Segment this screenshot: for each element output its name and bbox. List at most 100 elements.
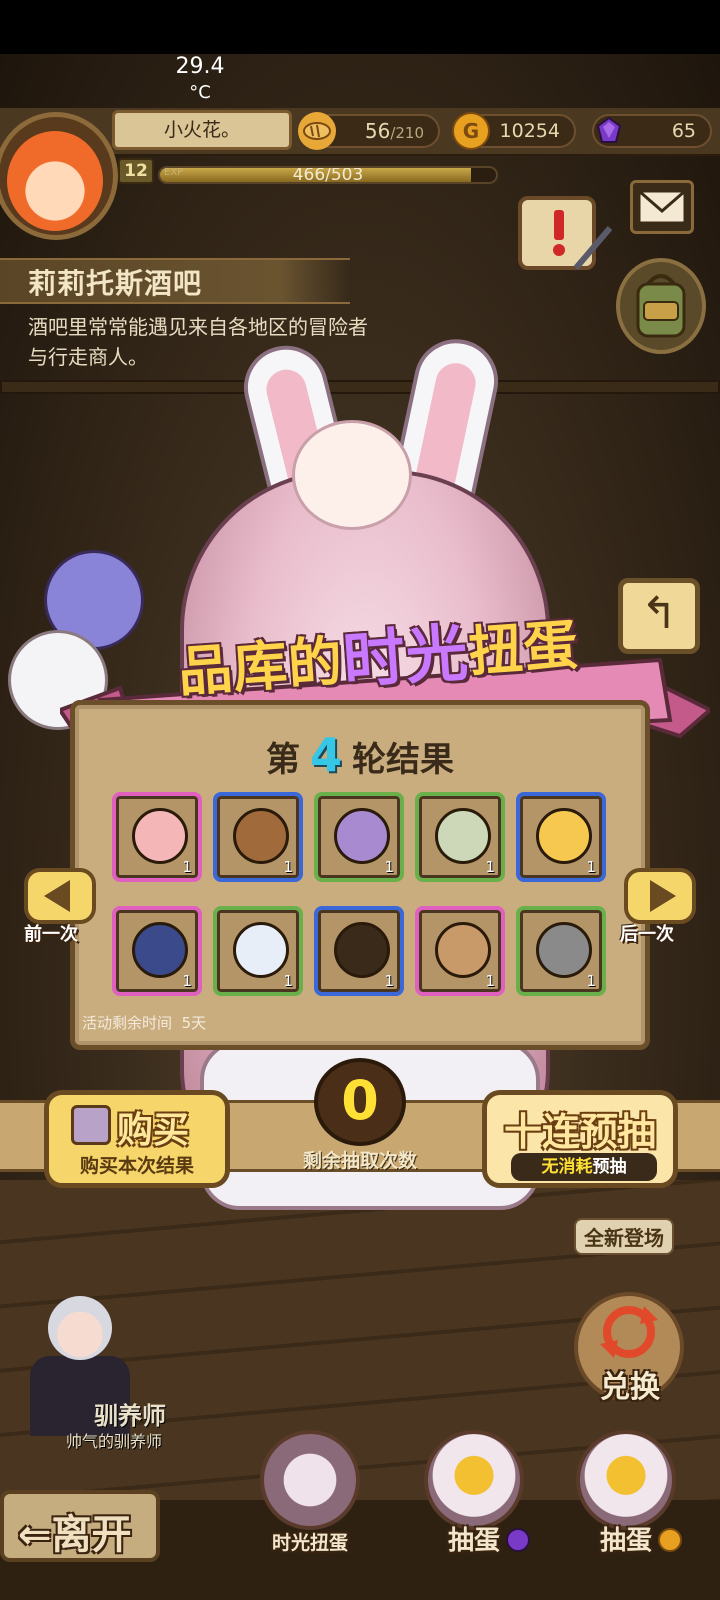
time-gacha-icon	[260, 1430, 360, 1530]
envelope-icon	[637, 189, 687, 225]
prev-label: 前一次	[24, 924, 78, 945]
arrow-left-icon	[24, 868, 96, 924]
arrow-left-icon: ⇐	[18, 1512, 52, 1558]
gem-counter[interactable]: 65	[592, 114, 712, 148]
gold-coin-icon: G	[452, 112, 490, 150]
leave-text: 离开	[51, 1512, 132, 1558]
egg-machine-icon	[424, 1430, 524, 1530]
ten-draw-title: 十连预抽	[503, 1110, 656, 1154]
next-result-button[interactable]: 后一次	[620, 866, 698, 950]
ten-draw-subtitle-highlight: 无消耗	[541, 1157, 593, 1177]
next-label: 后一次	[620, 924, 674, 945]
item-quantity: 1	[182, 858, 192, 876]
ten-draw-subtitle-rest: 预抽	[592, 1157, 627, 1177]
temperature-value: 29.4	[175, 54, 225, 79]
result-item-slot[interactable]: 1	[415, 792, 505, 882]
stamina-max: /210	[390, 124, 424, 142]
result-item-slot[interactable]: 1	[112, 906, 202, 996]
quest-scroll-icon	[518, 196, 613, 270]
spotted-egg-icon	[435, 808, 491, 864]
gem-value: 65	[671, 120, 696, 142]
item-quantity: 1	[384, 858, 394, 876]
gold-draw-nav[interactable]: 抽蛋	[566, 1420, 686, 1560]
egg-machine-icon	[576, 1430, 676, 1530]
temperature-readout: 29.4 °C	[160, 54, 240, 106]
remaining-draws-count: 0	[314, 1058, 406, 1146]
return-button[interactable]: ↰	[618, 578, 700, 654]
result-item-slot[interactable]: 1	[314, 906, 404, 996]
trainer-title: 帅气的驯养师	[66, 1432, 163, 1451]
purple-gem-icon	[506, 1528, 530, 1552]
return-icon: ↰	[640, 588, 678, 639]
buy-button[interactable]: 购买 购买本次结果	[44, 1090, 230, 1188]
feather-hat-icon	[132, 922, 188, 978]
flower-token-icon	[71, 1105, 111, 1145]
result-item-slot[interactable]: 1	[213, 906, 303, 996]
mail-button[interactable]	[630, 180, 694, 234]
gold-coin-icon	[658, 1528, 682, 1552]
item-quantity: 1	[586, 972, 596, 990]
title-part2: 扭蛋	[466, 612, 581, 684]
exp-value: 466/503	[292, 166, 364, 184]
exchange-label: 兑换	[600, 1370, 660, 1405]
trainer-name: 驯养师	[94, 1402, 166, 1430]
buy-button-title: 购买	[117, 1110, 190, 1151]
backpack-icon	[636, 274, 686, 338]
result-item-slot[interactable]: 1	[213, 792, 303, 882]
item-quantity: 1	[485, 858, 495, 876]
item-quantity: 1	[485, 972, 495, 990]
exp-bar: EXP 466/503	[158, 166, 498, 184]
leave-button[interactable]: ⇐离开	[0, 1490, 160, 1562]
avatar-face	[7, 131, 103, 231]
temperature-unit: °C	[189, 82, 211, 103]
result-item-slot[interactable]: 1	[516, 792, 606, 882]
round-title: 第 4 轮结果	[70, 728, 650, 782]
purple-feather-icon	[334, 808, 390, 864]
item-quantity: 1	[384, 972, 394, 990]
cloud-planet-icon	[233, 922, 289, 978]
result-item-slot[interactable]: 1	[415, 906, 505, 996]
buy-button-subtitle: 购买本次结果	[79, 1155, 194, 1177]
leave-label: ⇐离开	[18, 1502, 132, 1560]
item-quantity: 1	[182, 972, 192, 990]
item-quantity: 1	[283, 972, 293, 990]
ten-draw-subtitle: 无消耗预抽	[511, 1153, 657, 1181]
round-prefix: 第	[265, 740, 300, 780]
gem-draw-nav[interactable]: 抽蛋	[414, 1420, 534, 1560]
berry-cake-icon	[233, 808, 289, 864]
tavern-beam	[0, 380, 720, 394]
round-number: 4	[309, 728, 342, 782]
trainer-portrait	[48, 1296, 112, 1360]
remaining-time-value: 5天	[181, 1014, 207, 1032]
bread-icon	[298, 112, 336, 150]
item-quantity: 1	[586, 858, 596, 876]
title-part1: 品库的	[176, 629, 346, 704]
new-arrival-banner[interactable]: 全新登场	[574, 1218, 674, 1255]
location-title: 莉莉托斯酒吧	[28, 267, 203, 300]
result-item-slot[interactable]: 1	[314, 792, 404, 882]
tiger-mask-icon	[435, 922, 491, 978]
gold-counter[interactable]: G 10254	[452, 112, 576, 150]
gold-value: 10254	[499, 120, 560, 142]
bunny-mascot	[292, 420, 412, 530]
stamina-value: 56	[364, 119, 391, 143]
item-quantity: 1	[283, 858, 293, 876]
stamina-counter[interactable]: 56/210	[298, 112, 440, 150]
result-item-slot[interactable]: 1	[516, 906, 606, 996]
pink-bird-icon	[132, 808, 188, 864]
bat-wings-icon	[334, 922, 390, 978]
result-item-slot[interactable]: 1	[112, 792, 202, 882]
ten-draw-preview-button[interactable]: 十连预抽 无消耗预抽	[482, 1090, 678, 1188]
time-gacha-nav[interactable]: 时光扭蛋	[250, 1420, 370, 1560]
purple-gem-icon	[590, 112, 628, 150]
backpack-button[interactable]	[616, 258, 706, 354]
remaining-time-label: 活动剩余时间	[82, 1014, 173, 1032]
status-bar	[0, 0, 720, 54]
prev-result-button[interactable]: 前一次	[22, 866, 98, 950]
player-level: 12	[118, 158, 154, 184]
gray-hair-icon	[536, 922, 592, 978]
sun-ornament-icon	[536, 808, 592, 864]
round-suffix: 轮结果	[352, 740, 454, 780]
quest-scroll-button[interactable]	[506, 188, 618, 288]
player-name: 小火花。	[112, 110, 292, 150]
